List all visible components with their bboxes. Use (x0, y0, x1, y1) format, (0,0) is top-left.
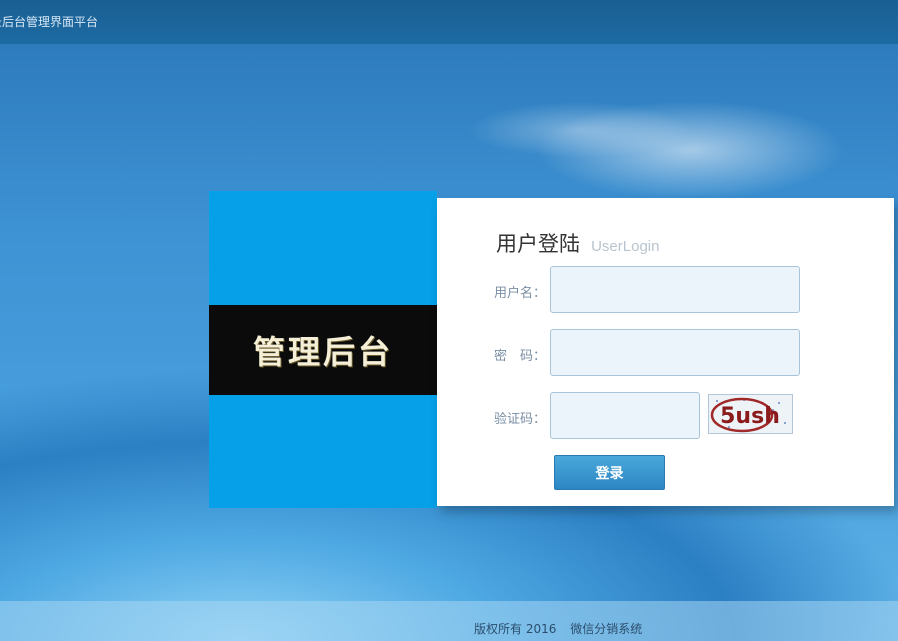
captcha-input[interactable] (550, 392, 700, 439)
system-name: 微信分销系统 (570, 622, 643, 636)
form-title-main: 用户登陆 (496, 232, 580, 256)
password-input[interactable] (550, 329, 800, 376)
username-input[interactable] (550, 266, 800, 313)
form-title-sub: UserLogin (591, 238, 660, 255)
copyright-text: 版权所有 2016 (474, 622, 557, 636)
top-bar: 录后台管理界面平台 (0, 0, 898, 45)
admin-banner: 管理后台 (209, 305, 437, 395)
login-button[interactable]: 登录 (554, 455, 665, 490)
banner-title: 管理后台 (252, 333, 393, 371)
form-title: 用户登陆 UserLogin (496, 228, 659, 258)
captcha-text: 5ush (720, 404, 780, 429)
captcha-image[interactable]: 5ush (708, 394, 793, 434)
brand-panel: 管理后台 (209, 191, 437, 508)
captcha-graphic: 5ush (709, 395, 792, 433)
password-label: 密 码： (494, 349, 547, 364)
captcha-label: 验证码： (494, 412, 547, 427)
site-title: 录后台管理界面平台 (0, 15, 99, 29)
footer-text: 版权所有 2016 微信分销系统 (474, 620, 652, 637)
username-label: 用户名： (494, 286, 547, 301)
login-form: 用户登陆 UserLogin 用户名： 密 码： 验证码： 5ush 登录 (437, 198, 894, 506)
footer: 版权所有 2016 微信分销系统 (0, 601, 898, 641)
